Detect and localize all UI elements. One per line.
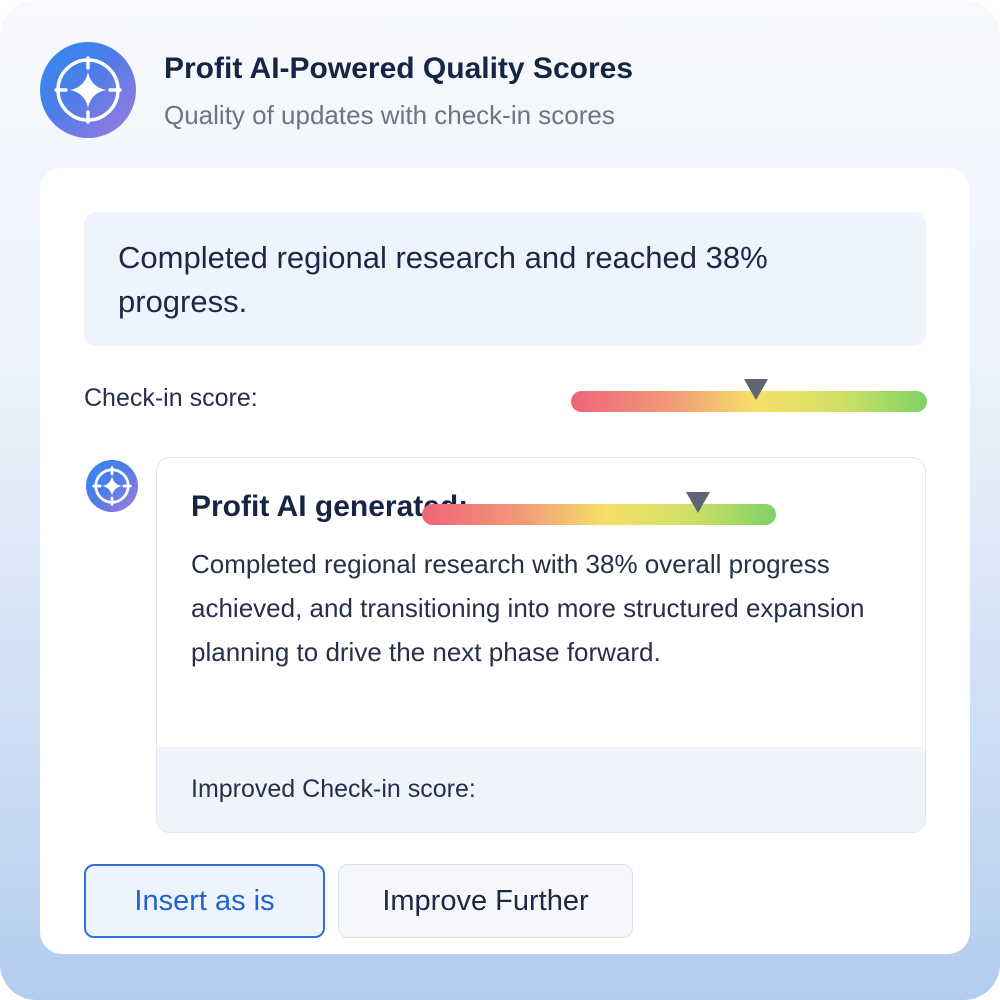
checkin-score-label: Check-in score: [84,384,258,412]
improved-score-footer: Improved Check-in score: [157,747,925,832]
page-subtitle: Quality of updates with check-in scores [164,100,615,130]
update-text-box: Completed regional research and reached … [84,212,926,346]
profit-ai-logo-icon [40,42,136,138]
update-text: Completed regional research and reached … [118,240,768,319]
quality-card: Completed regional research and reached … [40,168,970,954]
ai-avatar-icon [86,460,138,512]
page-title: Profit AI-Powered Quality Scores [164,52,633,85]
checkin-score-bar [571,379,927,412]
panel: Profit AI-Powered Quality Scores Quality… [0,0,1000,1000]
checkin-score-marker-icon [744,379,769,400]
ai-generated-text: Completed regional research with 38% ove… [191,549,865,667]
insert-as-is-button[interactable]: Insert as is [84,864,325,938]
improved-score-bar [422,492,776,525]
improved-score-label: Improved Check-in score: [191,775,476,803]
improved-score-marker-icon [686,492,711,513]
improve-further-button[interactable]: Improve Further [338,864,633,938]
